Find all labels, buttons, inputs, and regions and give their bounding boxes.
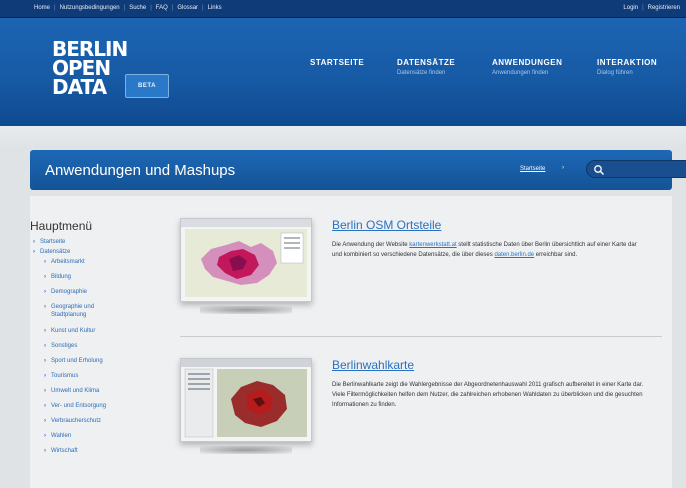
sidebar-item-label: Kunst und Kultur xyxy=(51,328,96,334)
nav-title: DATENSÄTZE xyxy=(397,58,456,67)
utility-link-search[interactable]: Suche xyxy=(129,5,146,11)
sidebar-item-label: Bildung xyxy=(51,274,72,280)
login-link[interactable]: Login xyxy=(623,5,638,11)
utility-link-glossary[interactable]: Glossar xyxy=(177,5,198,11)
nav-title: STARTSEITE xyxy=(310,58,365,67)
sidebar-item-wirtschaft[interactable]: › Wirtschaft xyxy=(30,447,165,462)
page-title: Anwendungen und Mashups xyxy=(45,162,236,179)
chevron-right-icon: › xyxy=(44,289,46,295)
main-nav: STARTSEITE DATENSÄTZE Datensätze finden … xyxy=(0,58,686,98)
chevron-right-icon: › xyxy=(44,448,46,454)
separator: | xyxy=(150,5,152,11)
sidebar-item-demographie[interactable]: › Demographie xyxy=(30,288,165,303)
app-screenshot-wahlkarte[interactable] xyxy=(180,358,312,442)
app-description: Die Anwendung der Website kartenwerkstat… xyxy=(332,240,648,260)
sidebar-item-label: Ver- und Entsorgung xyxy=(51,403,107,409)
sidebar-item-label: Datensätze xyxy=(40,249,71,255)
chevron-right-icon: › xyxy=(44,328,46,334)
divider xyxy=(180,336,662,337)
sidebar-item-datensaetze[interactable]: › Datensätze xyxy=(30,248,165,258)
chevron-right-icon: › xyxy=(44,259,46,265)
utility-link-home[interactable]: Home xyxy=(34,5,50,11)
separator: | xyxy=(642,5,644,11)
chevron-right-icon: › xyxy=(44,433,46,439)
app-title[interactable]: Berlinwahlkarte xyxy=(332,358,414,372)
sidebar-item-wahlen[interactable]: › Wahlen xyxy=(30,432,165,447)
page-title-bar: Anwendungen und Mashups Startseite › xyxy=(30,150,686,190)
chevron-right-icon: › xyxy=(44,304,46,310)
sidebar-menu: › Startseite › Datensätze › Arbeitsmarkt › B… xyxy=(30,238,165,462)
sidebar-item-label: Arbeitsmarkt xyxy=(51,259,85,265)
kartenwerkstatt-link[interactable]: kartenwerkstatt.at xyxy=(409,242,456,248)
sidebar-item-sport[interactable]: › Sport und Erholung xyxy=(30,357,165,372)
shadow xyxy=(200,446,292,454)
header-shadow-band xyxy=(0,126,686,148)
nav-interaktion[interactable]: INTERAKTION Dialog führen xyxy=(597,58,657,76)
app-card-osm-ortsteile: Berlin OSM Ortsteile Die Anwendung der W… xyxy=(180,218,662,328)
sidebar-item-label: Tourismus xyxy=(51,373,79,379)
utility-bar: Home | Nutzungsbedingungen | Suche | FAQ | G… xyxy=(0,0,686,18)
sidebar-item-label: Wirtschaft xyxy=(51,448,78,454)
description-text: erreichbar sind. xyxy=(534,252,578,258)
nav-subtitle: Datensätze finden xyxy=(397,70,446,76)
sidebar-item-label: Wahlen xyxy=(51,433,72,439)
app-screenshot-osm[interactable] xyxy=(180,218,312,302)
nav-subtitle: Dialog führen xyxy=(597,70,633,76)
chevron-right-icon: › xyxy=(33,239,35,245)
sidebar-item-arbeitsmarkt[interactable]: › Arbeitsmarkt xyxy=(30,258,165,273)
sidebar-item-kunst-kultur[interactable]: › Kunst und Kultur xyxy=(30,327,165,342)
sidebar-item-geographie[interactable]: › Geographie und Stadtplanung xyxy=(30,303,165,327)
utility-nav: Home | Nutzungsbedingungen | Suche | FAQ | G… xyxy=(34,5,222,11)
search-input[interactable] xyxy=(586,160,686,178)
app-description: Die Berlinwahlkarte zeigt die Wahlergebn… xyxy=(332,382,644,408)
nav-startseite[interactable]: STARTSEITE xyxy=(310,58,364,70)
chevron-right-icon: › xyxy=(44,343,46,349)
sidebar-item-label: Sonstiges xyxy=(51,343,78,349)
sidebar-item-label: Demographie xyxy=(51,289,88,295)
chevron-right-icon: › xyxy=(33,249,35,255)
sidebar-item-sonstiges[interactable]: › Sonstiges xyxy=(30,342,165,357)
sidebar-item-label: Verbraucherschutz xyxy=(51,418,102,424)
sidebar-item-umwelt[interactable]: › Umwelt und Klima xyxy=(30,387,165,402)
chevron-right-icon: › xyxy=(44,418,46,424)
nav-datensaetze[interactable]: DATENSÄTZE Datensätze finden xyxy=(397,58,455,76)
separator: | xyxy=(171,5,174,11)
separator: | xyxy=(202,5,204,11)
nav-subtitle: Anwendungen finden xyxy=(492,70,549,76)
sidebar-item-label: Geographie und Stadtplanung xyxy=(51,304,95,318)
chevron-right-icon: › xyxy=(44,388,46,394)
nav-title: INTERAKTION xyxy=(597,58,658,67)
separator: | xyxy=(123,5,126,11)
sidebar-item-versorgung[interactable]: › Ver- und Entsorgung xyxy=(30,402,165,417)
breadcrumb-separator: › xyxy=(562,165,564,171)
description-text: Die Anwendung der Website xyxy=(332,242,410,248)
sidebar-item-bildung[interactable]: › Bildung xyxy=(30,273,165,288)
nav-title: ANWENDUNGEN xyxy=(492,58,563,67)
register-link[interactable]: Registrieren xyxy=(648,5,680,11)
sidebar-item-label: Sport und Erholung xyxy=(51,358,103,364)
sidebar-item-tourismus[interactable]: › Tourismus xyxy=(30,372,165,387)
nav-anwendungen[interactable]: ANWENDUNGEN Anwendungen finden xyxy=(492,58,562,76)
search-icon xyxy=(593,163,605,181)
sidebar-item-startseite[interactable]: › Startseite xyxy=(30,238,165,248)
daten-berlin-link[interactable]: daten.berlin.de xyxy=(494,252,534,258)
app-card-berlinwahlkarte: Berlinwahlkarte Die Berlinwahlkarte zeig… xyxy=(180,358,662,468)
chevron-right-icon: › xyxy=(44,403,46,409)
sidebar-item-label: Umwelt und Klima xyxy=(51,388,100,394)
site-header: BERLIN OPEN DATA BETA STARTSEITE DATENSÄ… xyxy=(0,18,686,126)
utility-link-links[interactable]: Links xyxy=(208,5,222,11)
chevron-right-icon: › xyxy=(44,274,46,280)
sidebar-item-verbraucherschutz[interactable]: › Verbraucherschutz xyxy=(30,417,165,432)
breadcrumb-startseite[interactable]: Startseite xyxy=(520,166,545,172)
separator: | xyxy=(54,5,56,11)
app-title[interactable]: Berlin OSM Ortsteile xyxy=(332,218,441,232)
utility-link-terms[interactable]: Nutzungsbedingungen xyxy=(60,5,120,11)
sidebar-heading: Hauptmenü xyxy=(30,219,93,233)
sidebar-item-label: Startseite xyxy=(40,239,66,245)
shadow xyxy=(200,306,292,314)
chevron-right-icon: › xyxy=(44,358,46,364)
utility-link-faq[interactable]: FAQ xyxy=(156,5,168,11)
account-links: Login | Registrieren xyxy=(623,5,680,11)
chevron-right-icon: › xyxy=(44,373,46,379)
